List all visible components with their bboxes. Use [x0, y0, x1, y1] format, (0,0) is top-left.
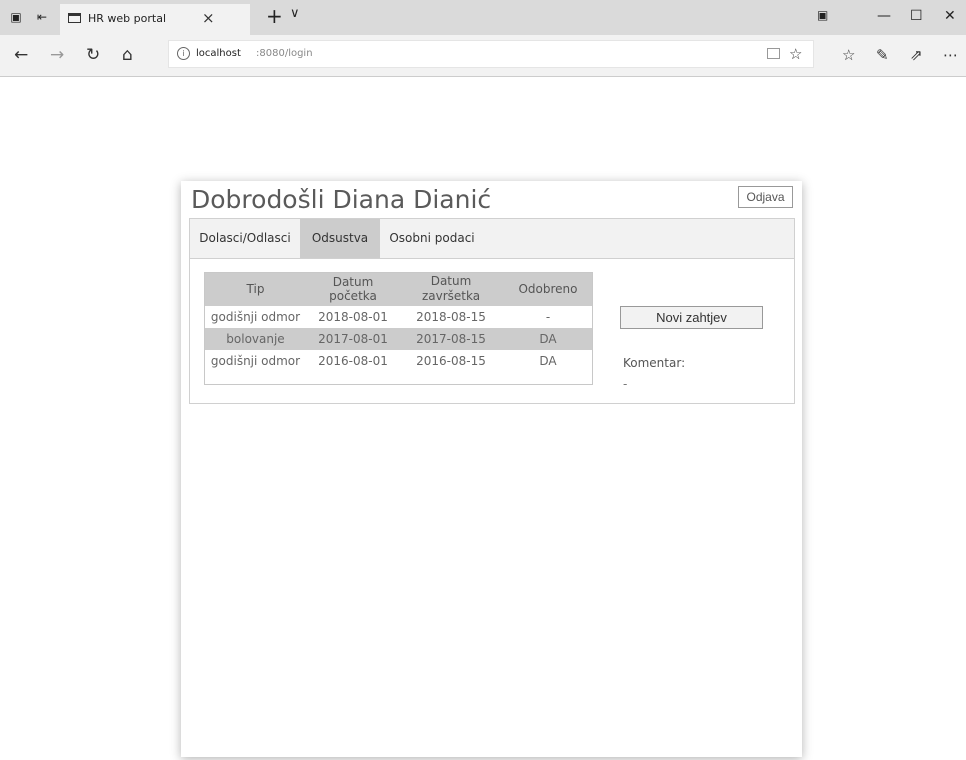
- page-tabs: Dolasci/Odlasci Odsustva Osobni podaci: [189, 218, 795, 259]
- tab-dolasci[interactable]: Dolasci/Odlasci: [190, 219, 300, 258]
- column-header: Odobreno: [503, 272, 593, 306]
- pen-icon[interactable]: ✎: [876, 45, 889, 65]
- minimize-icon[interactable]: —: [877, 8, 891, 24]
- browser-tab[interactable]: HR web portal ×: [60, 4, 250, 35]
- url-host: localhost: [196, 48, 241, 59]
- cell-end: 2018-08-15: [399, 306, 503, 328]
- favorites-hub-icon[interactable]: ☆: [842, 45, 855, 65]
- table-row[interactable]: godišnji odmor 2016-08-01 2016-08-15 DA: [204, 350, 593, 372]
- info-icon[interactable]: i: [177, 47, 190, 60]
- tab-title: HR web portal: [88, 12, 166, 25]
- cell-start: 2016-08-01: [307, 350, 399, 372]
- cell-type: godišnji odmor: [204, 306, 307, 328]
- tab-content: Tip Datum početka Datum završetka Odobre…: [189, 259, 795, 404]
- tab-preview-icon[interactable]: ▣: [817, 8, 828, 22]
- browser-tab-strip: ▣ ⇤ HR web portal × + ∨ ▣ — ☐ ✕: [0, 0, 966, 35]
- table-header-row: Tip Datum početka Datum završetka Odobre…: [204, 272, 593, 306]
- cell-type: godišnji odmor: [204, 350, 307, 372]
- tab-odsustva[interactable]: Odsustva: [300, 219, 380, 258]
- table-row[interactable]: godišnji odmor 2018-08-01 2018-08-15 -: [204, 306, 593, 328]
- cell-start: 2017-08-01: [307, 328, 399, 350]
- maximize-icon[interactable]: ☐: [910, 8, 923, 24]
- cell-start: 2018-08-01: [307, 306, 399, 328]
- browser-nav-bar: ← → ↻ ⌂ i localhost :8080/login ☆ ☆ ✎ ⇗ …: [0, 35, 966, 77]
- home-icon[interactable]: ⌂: [122, 45, 133, 65]
- column-header: Datum završetka: [399, 272, 503, 306]
- tab-actions-icon[interactable]: ▣: [8, 9, 24, 25]
- logout-button[interactable]: Odjava: [738, 186, 793, 208]
- absence-table: Tip Datum početka Datum završetka Odobre…: [204, 272, 593, 372]
- more-icon[interactable]: ⋯: [943, 45, 958, 65]
- page-title: Dobrodošli Diana Dianić: [191, 185, 492, 214]
- reading-view-icon[interactable]: [767, 48, 780, 59]
- cell-end: 2017-08-15: [399, 328, 503, 350]
- column-header-text: Datum završetka: [421, 274, 481, 303]
- close-window-icon[interactable]: ✕: [944, 8, 956, 24]
- favorite-star-icon[interactable]: ☆: [789, 45, 802, 63]
- tab-osobni-podaci[interactable]: Osobni podaci: [380, 219, 484, 258]
- new-request-button[interactable]: Novi zahtjev: [620, 306, 763, 329]
- comment-label: Komentar:: [623, 356, 686, 370]
- url-path: :8080/login: [256, 48, 313, 59]
- refresh-icon[interactable]: ↻: [86, 45, 100, 65]
- page-icon: [68, 13, 81, 23]
- close-tab-icon[interactable]: ×: [202, 9, 215, 27]
- cell-approved: DA: [503, 328, 593, 350]
- chevron-down-icon[interactable]: ∨: [290, 6, 300, 21]
- cell-end: 2016-08-15: [399, 350, 503, 372]
- share-icon[interactable]: ⇗: [910, 45, 923, 65]
- back-icon[interactable]: ←: [14, 45, 28, 65]
- cell-approved: -: [503, 306, 593, 328]
- address-bar[interactable]: i localhost :8080/login ☆: [168, 40, 814, 68]
- forward-icon[interactable]: →: [50, 45, 64, 65]
- column-header: Datum početka: [307, 272, 399, 306]
- cell-approved: DA: [503, 350, 593, 372]
- new-tab-icon[interactable]: +: [266, 5, 283, 27]
- comment-value: -: [623, 377, 628, 391]
- table-row[interactable]: bolovanje 2017-08-01 2017-08-15 DA: [204, 328, 593, 350]
- main-card: Dobrodošli Diana Dianić Odjava Dolasci/O…: [181, 181, 802, 757]
- cell-type: bolovanje: [204, 328, 307, 350]
- column-header: Tip: [204, 272, 307, 306]
- set-aside-tabs-icon[interactable]: ⇤: [34, 9, 50, 25]
